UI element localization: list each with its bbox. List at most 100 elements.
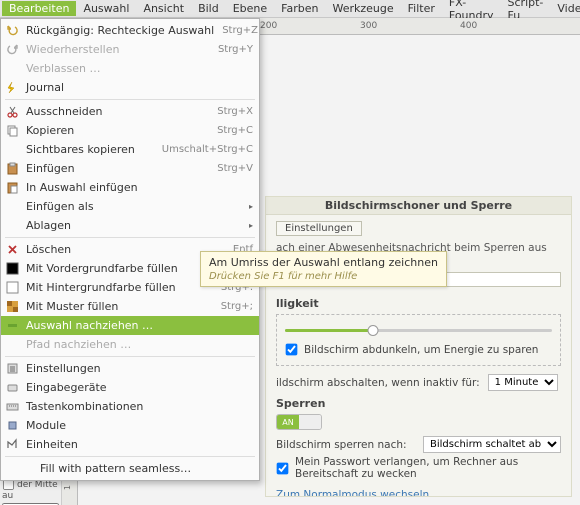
blank-icon: [5, 61, 20, 76]
menu-item[interactable]: Auswahl nachziehen …: [1, 316, 259, 335]
menubar: Bearbeiten Auswahl Ansicht Bild Ebene Fa…: [0, 0, 580, 18]
menu-item[interactable]: Einfügen als▸: [1, 197, 259, 216]
menu-shortcut: Strg+V: [217, 163, 253, 174]
stroke-icon: [5, 318, 20, 333]
normal-mode-link[interactable]: Zum Normalmodus wechseln: [276, 489, 429, 497]
settings-button[interactable]: Einstellungen: [276, 221, 362, 236]
menu-item-label: Ablagen: [26, 219, 245, 232]
tooltip-help: Drücken Sie F1 für mehr Hilfe: [209, 271, 438, 282]
menu-item: Pfad nachziehen …: [1, 335, 259, 354]
input-icon: [5, 380, 20, 395]
lock-title: Sperren: [276, 397, 561, 410]
menu-tools[interactable]: Werkzeuge: [325, 1, 400, 16]
dim-checkbox[interactable]: [286, 344, 298, 356]
tooltip: Am Umriss der Auswahl entlang zeichnen D…: [200, 251, 447, 287]
settings-window: Bildschirmschoner und Sperre Einstellung…: [265, 196, 572, 497]
menu-video[interactable]: Video: [550, 1, 580, 16]
menu-select[interactable]: Auswahl: [76, 1, 136, 16]
password-checkbox[interactable]: [277, 462, 289, 474]
menu-item[interactable]: Mit Muster füllen Strg+;: [1, 297, 259, 316]
menu-item[interactable]: Eingabegeräte: [1, 378, 259, 397]
menu-item[interactable]: Module: [1, 416, 259, 435]
menu-separator: [5, 356, 255, 357]
menu-item[interactable]: Rückgängig: Rechteckige AuswahlStrg+Z: [1, 21, 259, 40]
menu-item[interactable]: Journal: [1, 78, 259, 97]
dim-label: Bildschirm abdunkeln, um Energie zu spar…: [304, 344, 538, 356]
menu-item-label: Einfügen als: [26, 200, 245, 213]
menu-item-label: Mit Hintergrundfarbe füllen: [26, 281, 213, 294]
menu-item[interactable]: Fill with pattern seamless…: [1, 459, 259, 478]
menu-separator: [5, 237, 255, 238]
delete-icon: [5, 242, 20, 257]
screen-off-select[interactable]: 1 Minute: [488, 374, 558, 391]
menu-item-label: In Auswahl einfügen: [26, 181, 253, 194]
menu-item[interactable]: Sichtbares kopierenUmschalt+Strg+C: [1, 140, 259, 159]
ruler-tick: 1: [63, 485, 72, 490]
menu-item[interactable]: Einstellungen: [1, 359, 259, 378]
menu-image[interactable]: Bild: [191, 1, 226, 16]
menu-shortcut: Strg+X: [217, 106, 253, 117]
menu-edit[interactable]: Bearbeiten: [2, 1, 76, 16]
fg-icon: [5, 261, 20, 276]
menu-item-label: Ausschneiden: [26, 105, 209, 118]
submenu-arrow-icon: ▸: [245, 202, 253, 211]
menu-shortcut: Strg+Z: [222, 25, 258, 36]
lock-after-select[interactable]: Bildschirm schaltet ab: [423, 436, 561, 453]
menu-shortcut: Strg+C: [217, 125, 253, 136]
menu-item: Verblassen …: [1, 59, 259, 78]
bg-icon: [5, 280, 20, 295]
prefs-icon: [5, 361, 20, 376]
ruler-tick: 300: [360, 21, 377, 31]
menu-item-label: Mit Muster füllen: [26, 300, 213, 313]
menu-item-label: Löschen: [26, 243, 225, 256]
menu-item[interactable]: Einfügen Strg+V: [1, 159, 259, 178]
brightness-frame: Bildschirm abdunkeln, um Energie zu spar…: [276, 314, 561, 366]
edit-dropdown: Rückgängig: Rechteckige AuswahlStrg+ZWie…: [0, 18, 260, 481]
journal-icon: [5, 80, 20, 95]
blank-icon: [19, 461, 34, 476]
lock-toggle[interactable]: AN: [276, 414, 322, 430]
menu-item[interactable]: Ablagen▸: [1, 216, 259, 235]
copy-icon: [5, 123, 20, 138]
menu-filter[interactable]: Filter: [401, 1, 442, 16]
menu-item-label: Module: [26, 419, 253, 432]
menu-separator: [5, 456, 255, 457]
menu-view[interactable]: Ansicht: [136, 1, 191, 16]
password-label: Mein Passwort verlangen, um Rechner aus …: [295, 456, 561, 480]
paste-into-icon: [5, 180, 20, 195]
menu-item-label: Einstellungen: [26, 362, 253, 375]
menu-item: Wiederherstellen Strg+Y: [1, 40, 259, 59]
submenu-arrow-icon: ▸: [245, 221, 253, 230]
brightness-title: lligkeit: [276, 297, 561, 310]
ruler-tick: 200: [260, 21, 277, 31]
blank-icon: [5, 337, 20, 352]
paste-icon: [5, 161, 20, 176]
menu-item-label: Einheiten: [26, 438, 253, 451]
menu-item[interactable]: Einheiten: [1, 435, 259, 454]
menu-shortcut: Strg+;: [221, 301, 253, 312]
menu-item-label: Journal: [26, 81, 253, 94]
menu-item-label: Wiederherstellen: [26, 43, 210, 56]
menu-item[interactable]: In Auswahl einfügen: [1, 178, 259, 197]
keys-icon: [5, 399, 20, 414]
menu-layer[interactable]: Ebene: [226, 1, 274, 16]
menu-item-label: Tastenkombinationen: [26, 400, 253, 413]
menu-item-label: Auswahl nachziehen …: [26, 319, 253, 332]
blank-icon: [5, 142, 20, 157]
ruler-tick: 400: [460, 21, 477, 31]
blank-icon: [5, 199, 20, 214]
screen-off-label: ildschirm abschalten, wenn inaktiv für:: [276, 377, 480, 389]
menu-colors[interactable]: Farben: [274, 1, 325, 16]
tooltip-title: Am Umriss der Auswahl entlang zeichnen: [209, 256, 438, 269]
settings-title: Bildschirmschoner und Sperre: [266, 197, 571, 215]
cut-icon: [5, 104, 20, 119]
menu-shortcut: Strg+Y: [218, 44, 253, 55]
units-icon: [5, 437, 20, 452]
menu-item[interactable]: KopierenStrg+C: [1, 121, 259, 140]
brightness-slider[interactable]: [285, 325, 552, 335]
menu-item-label: Einfügen: [26, 162, 209, 175]
menu-item[interactable]: Ausschneiden Strg+X: [1, 102, 259, 121]
menu-item[interactable]: Tastenkombinationen: [1, 397, 259, 416]
menu-item-label: Sichtbares kopieren: [26, 143, 154, 156]
blank-icon: [5, 218, 20, 233]
